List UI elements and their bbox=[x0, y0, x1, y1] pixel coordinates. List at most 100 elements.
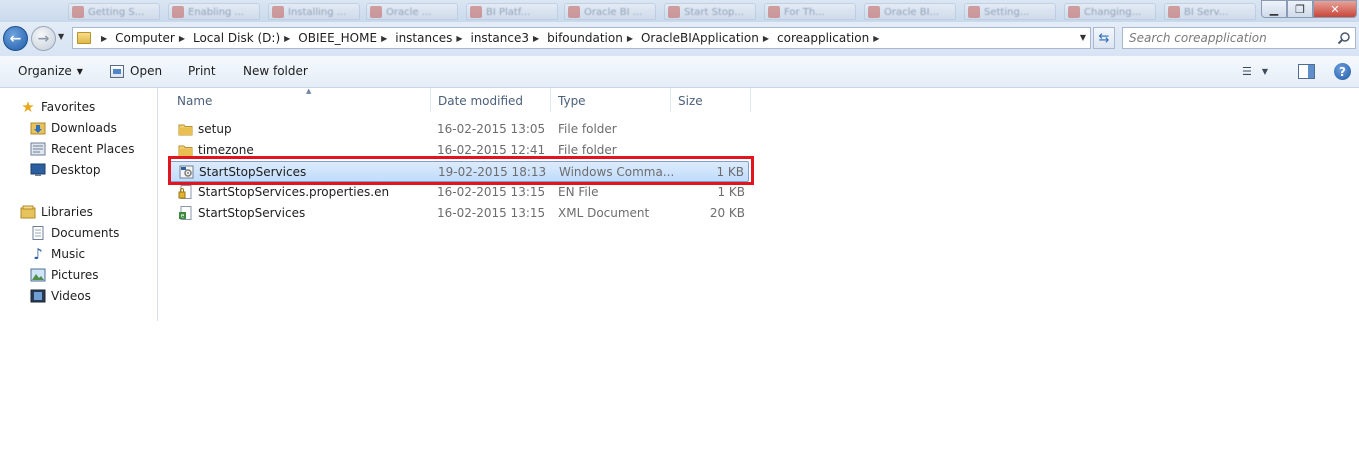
window-tab[interactable]: Oracle ... bbox=[366, 3, 458, 20]
breadcrumb-item[interactable]: Local Disk (D:) ▶ bbox=[193, 31, 298, 45]
breadcrumb-item[interactable]: OracleBIApplication ▶ bbox=[641, 31, 777, 45]
nav-item-label: Pictures bbox=[51, 268, 99, 282]
file-date-modified: 16-02-2015 12:41 bbox=[437, 143, 546, 157]
nav-item-videos[interactable]: Videos bbox=[30, 288, 91, 304]
file-date-modified: 19-02-2015 18:13 bbox=[438, 165, 547, 179]
refresh-button[interactable]: ⇆ bbox=[1093, 27, 1115, 49]
file-name: StartStopServices bbox=[198, 206, 306, 220]
window-tab-label: Oracle BI ... bbox=[584, 7, 643, 18]
window-tab[interactable]: BI Platf... bbox=[466, 3, 558, 20]
nav-favorites-label: Favorites bbox=[41, 100, 96, 114]
window-tab[interactable]: Changing... bbox=[1064, 3, 1156, 20]
breadcrumb-item[interactable]: instances ▶ bbox=[395, 31, 470, 45]
maximize-button[interactable]: ❐ bbox=[1287, 0, 1313, 18]
app-icon bbox=[768, 6, 780, 18]
open-label: Open bbox=[130, 64, 163, 78]
breadcrumb: Computer ▶ Local Disk (D:) ▶ OBIEE_HOME ▶ inst… bbox=[115, 31, 887, 45]
organize-button[interactable]: Organize ▼ bbox=[18, 64, 83, 78]
chevron-right-icon[interactable]: ▶ bbox=[381, 34, 387, 43]
breadcrumb-item[interactable]: OBIEE_HOME ▶ bbox=[298, 31, 395, 45]
breadcrumb-label: instance3 bbox=[470, 31, 529, 45]
window-tab[interactable]: Enabling ... bbox=[168, 3, 260, 20]
change-view-button[interactable]: ☰ ▼ bbox=[1242, 65, 1268, 78]
nav-libraries-label: Libraries bbox=[41, 205, 93, 219]
downloads-folder-icon bbox=[30, 120, 46, 136]
file-row[interactable]: StartStopServices.properties.en 16-02-201… bbox=[169, 182, 749, 203]
window-tab[interactable]: Start Stop... bbox=[664, 3, 756, 20]
nav-favorites[interactable]: ★ Favorites bbox=[20, 98, 96, 116]
breadcrumb-item[interactable]: instance3 ▶ bbox=[470, 31, 547, 45]
forward-button[interactable]: → bbox=[31, 26, 56, 51]
window-tab[interactable]: Setting... bbox=[964, 3, 1056, 20]
chevron-right-icon[interactable]: ▶ bbox=[101, 34, 107, 43]
breadcrumb-item[interactable]: Computer ▶ bbox=[115, 31, 193, 45]
help-button[interactable]: ? bbox=[1334, 63, 1351, 80]
nav-item-downloads[interactable]: Downloads bbox=[30, 120, 117, 136]
window-tab[interactable]: Getting S... bbox=[68, 3, 160, 20]
column-header-name[interactable]: Name ▲ bbox=[169, 87, 431, 112]
file-row[interactable]: StartStopServices 19-02-2015 18:13 Windows… bbox=[169, 161, 749, 182]
chevron-right-icon[interactable]: ▶ bbox=[627, 34, 633, 43]
file-type: Windows Comma... bbox=[559, 165, 675, 179]
back-button[interactable]: ← bbox=[3, 26, 28, 51]
empty-area bbox=[0, 321, 1359, 460]
minimize-button[interactable]: ▁ bbox=[1261, 0, 1287, 18]
print-label: Print bbox=[188, 64, 216, 78]
view-details-icon: ☰ bbox=[1242, 65, 1252, 78]
breadcrumb-item[interactable]: coreapplication ▶ bbox=[777, 31, 887, 45]
window-tab[interactable]: BI Serv... bbox=[1164, 3, 1256, 20]
chevron-right-icon[interactable]: ▶ bbox=[763, 34, 769, 43]
batch-file-icon bbox=[179, 165, 194, 179]
app-icon bbox=[1068, 6, 1080, 18]
new-folder-button[interactable]: New folder bbox=[243, 64, 308, 78]
breadcrumb-item[interactable]: bifoundation ▶ bbox=[547, 31, 641, 45]
xml-file-icon: e bbox=[178, 206, 193, 220]
videos-icon bbox=[30, 288, 46, 304]
chevron-right-icon[interactable]: ▶ bbox=[873, 34, 879, 43]
nav-item-pictures[interactable]: Pictures bbox=[30, 267, 99, 283]
open-button[interactable]: Open bbox=[110, 64, 162, 78]
window-tab[interactable]: Oracle BI... bbox=[864, 3, 956, 20]
nav-item-desktop[interactable]: Desktop bbox=[30, 162, 101, 178]
nav-item-label: Videos bbox=[51, 289, 91, 303]
chevron-right-icon[interactable]: ▶ bbox=[456, 34, 462, 43]
file-row[interactable]: timezone 16-02-2015 12:41 File folder bbox=[169, 140, 749, 161]
app-icon bbox=[370, 6, 382, 18]
close-button[interactable]: ✕ bbox=[1313, 0, 1357, 18]
svg-text:e: e bbox=[181, 213, 185, 220]
column-header-label: Size bbox=[678, 94, 703, 108]
command-bar: Organize ▼ Open Print New folder ☰ ▼ ? bbox=[0, 56, 1359, 88]
chevron-right-icon[interactable]: ▶ bbox=[179, 34, 185, 43]
open-icon bbox=[110, 64, 124, 78]
column-header-size[interactable]: Size bbox=[670, 88, 751, 112]
window-tab[interactable]: Installing ... bbox=[268, 3, 360, 20]
help-icon: ? bbox=[1339, 64, 1346, 79]
preview-pane-button[interactable] bbox=[1298, 64, 1315, 79]
recent-places-icon bbox=[30, 141, 46, 157]
desktop-icon bbox=[30, 162, 46, 178]
window-tab[interactable]: Oracle BI ... bbox=[564, 3, 656, 20]
app-icon bbox=[668, 6, 680, 18]
nav-item-music[interactable]: ♪ Music bbox=[30, 245, 85, 263]
file-row[interactable]: e StartStopServices 16-02-2015 13:15 XML Do… bbox=[169, 203, 749, 224]
search-icon[interactable] bbox=[1337, 31, 1351, 45]
window-tab[interactable]: For Th... bbox=[764, 3, 856, 20]
window-tab-label: Installing ... bbox=[288, 7, 347, 18]
file-size: 1 KB bbox=[717, 185, 745, 199]
organize-label: Organize bbox=[18, 64, 72, 78]
column-header-type[interactable]: Type bbox=[550, 88, 671, 112]
chevron-right-icon[interactable]: ▶ bbox=[533, 34, 539, 43]
print-button[interactable]: Print bbox=[188, 64, 216, 78]
column-header-date[interactable]: Date modified bbox=[430, 88, 551, 112]
folder-icon bbox=[77, 32, 91, 44]
address-history-dropdown[interactable]: ▼ bbox=[1080, 33, 1086, 42]
file-row[interactable]: setup 16-02-2015 13:05 File folder bbox=[169, 119, 749, 140]
window-controls: ▁ ❐ ✕ bbox=[1261, 0, 1357, 18]
recent-pages-dropdown[interactable]: ▼ bbox=[58, 32, 64, 41]
chevron-right-icon[interactable]: ▶ bbox=[284, 34, 290, 43]
address-bar[interactable]: ▶ Computer ▶ Local Disk (D:) ▶ OBIEE_HOME ▶ in… bbox=[72, 27, 1091, 49]
nav-item-recent-places[interactable]: Recent Places bbox=[30, 141, 134, 157]
nav-item-documents[interactable]: Documents bbox=[30, 225, 119, 241]
nav-libraries[interactable]: Libraries bbox=[20, 204, 93, 220]
search-input[interactable] bbox=[1123, 28, 1328, 48]
